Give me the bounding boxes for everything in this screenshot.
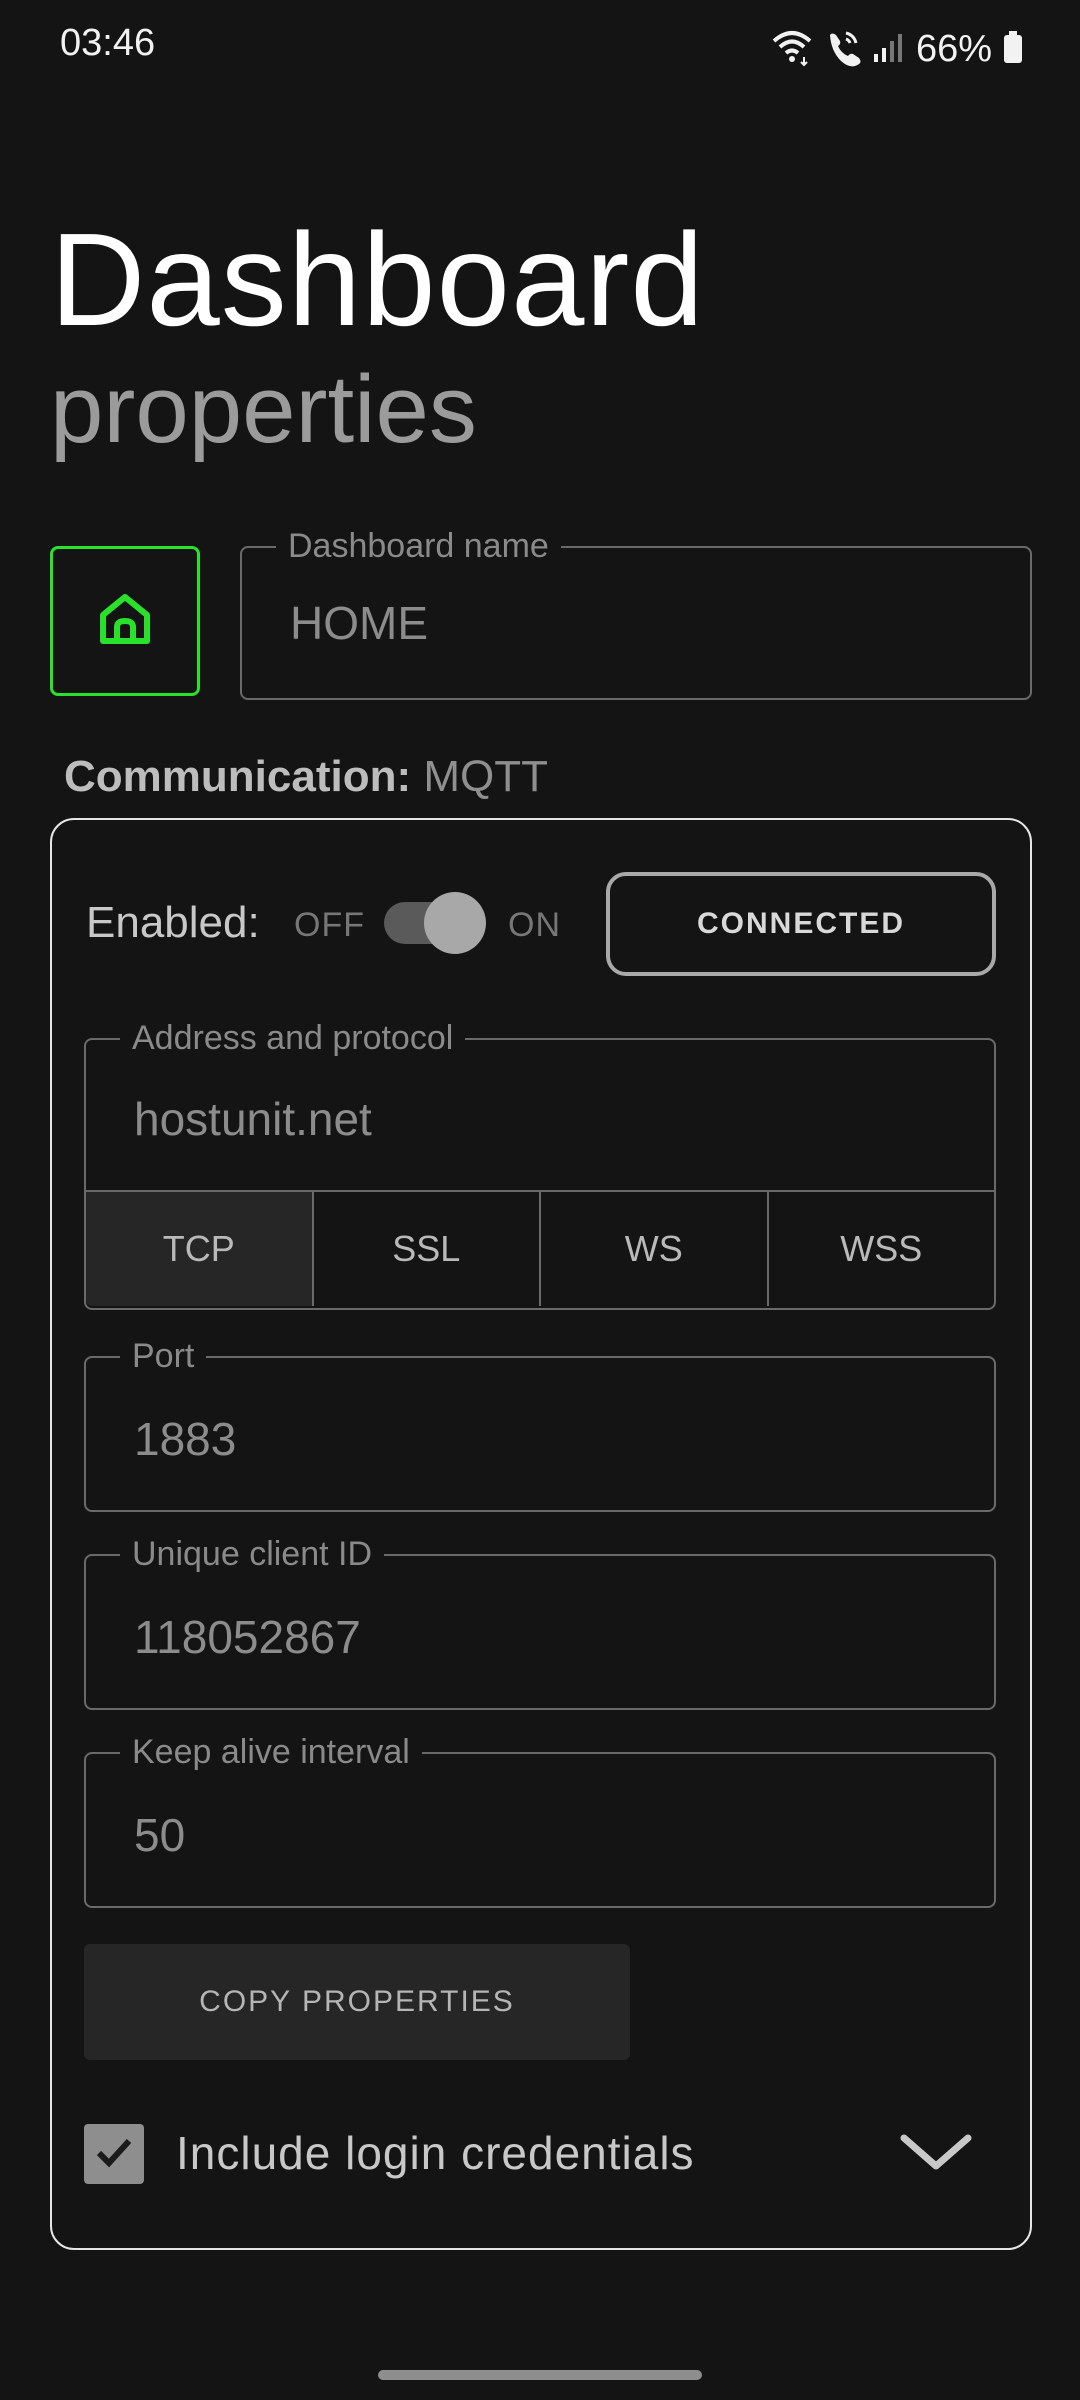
copy-properties-button[interactable]: COPY PROPERTIES [84, 1944, 630, 2060]
keep-alive-label: Keep alive interval [120, 1732, 422, 1772]
dashboard-name-value[interactable]: HOME [290, 596, 428, 650]
dashboard-name-field[interactable]: Dashboard name HOME [240, 526, 1032, 700]
connected-button[interactable]: CONNECTED [606, 872, 996, 976]
page-title: Dashboard [50, 206, 705, 353]
communication-value: MQTT [423, 752, 548, 801]
include-credentials-label[interactable]: Include login credentials [176, 2126, 695, 2180]
client-id-value[interactable]: 118052867 [134, 1610, 361, 1664]
client-id-label: Unique client ID [120, 1534, 385, 1574]
enabled-label: Enabled: [86, 898, 260, 947]
status-time: 03:46 [60, 22, 156, 64]
switch-off-label: OFF [294, 906, 365, 944]
communication-line: Communication: MQTT [64, 752, 548, 802]
keep-alive-value[interactable]: 50 [134, 1808, 185, 1862]
port-label: Port [120, 1336, 207, 1376]
battery-icon [1002, 30, 1024, 69]
protocol-wss-button[interactable]: WSS [769, 1192, 995, 1306]
wifi-icon [770, 27, 814, 72]
home-indicator[interactable] [378, 2370, 702, 2380]
enabled-switch-thumb[interactable] [424, 892, 486, 954]
dashboard-icon-button[interactable] [50, 546, 200, 696]
protocol-selector: TCP SSL WS WSS [86, 1190, 994, 1306]
page-subtitle: properties [50, 356, 477, 463]
address-protocol-field: Address and protocol hostunit.net TCP SS… [84, 1018, 996, 1310]
chevron-down-icon[interactable] [900, 2126, 972, 2183]
status-icons: 66% [770, 22, 1024, 76]
include-credentials-checkbox[interactable] [84, 2124, 144, 2184]
protocol-ws-button[interactable]: WS [541, 1192, 769, 1306]
communication-label: Communication: [64, 752, 412, 801]
battery-percentage: 66% [915, 27, 992, 70]
checkmark-icon [92, 2130, 136, 2179]
home-icon [95, 589, 155, 654]
protocol-tcp-button[interactable]: TCP [86, 1192, 314, 1306]
port-value[interactable]: 1883 [134, 1412, 236, 1466]
address-label: Address and protocol [120, 1018, 466, 1058]
port-field[interactable]: Port 1883 [84, 1336, 996, 1512]
protocol-ssl-button[interactable]: SSL [314, 1192, 541, 1306]
dashboard-name-label: Dashboard name [276, 526, 561, 566]
keep-alive-field[interactable]: Keep alive interval 50 [84, 1732, 996, 1908]
wifi-calling-icon [824, 27, 862, 72]
signal-icon [872, 30, 906, 69]
client-id-field[interactable]: Unique client ID 118052867 [84, 1534, 996, 1710]
switch-on-label: ON [508, 906, 561, 944]
address-value[interactable]: hostunit.net [134, 1092, 372, 1146]
